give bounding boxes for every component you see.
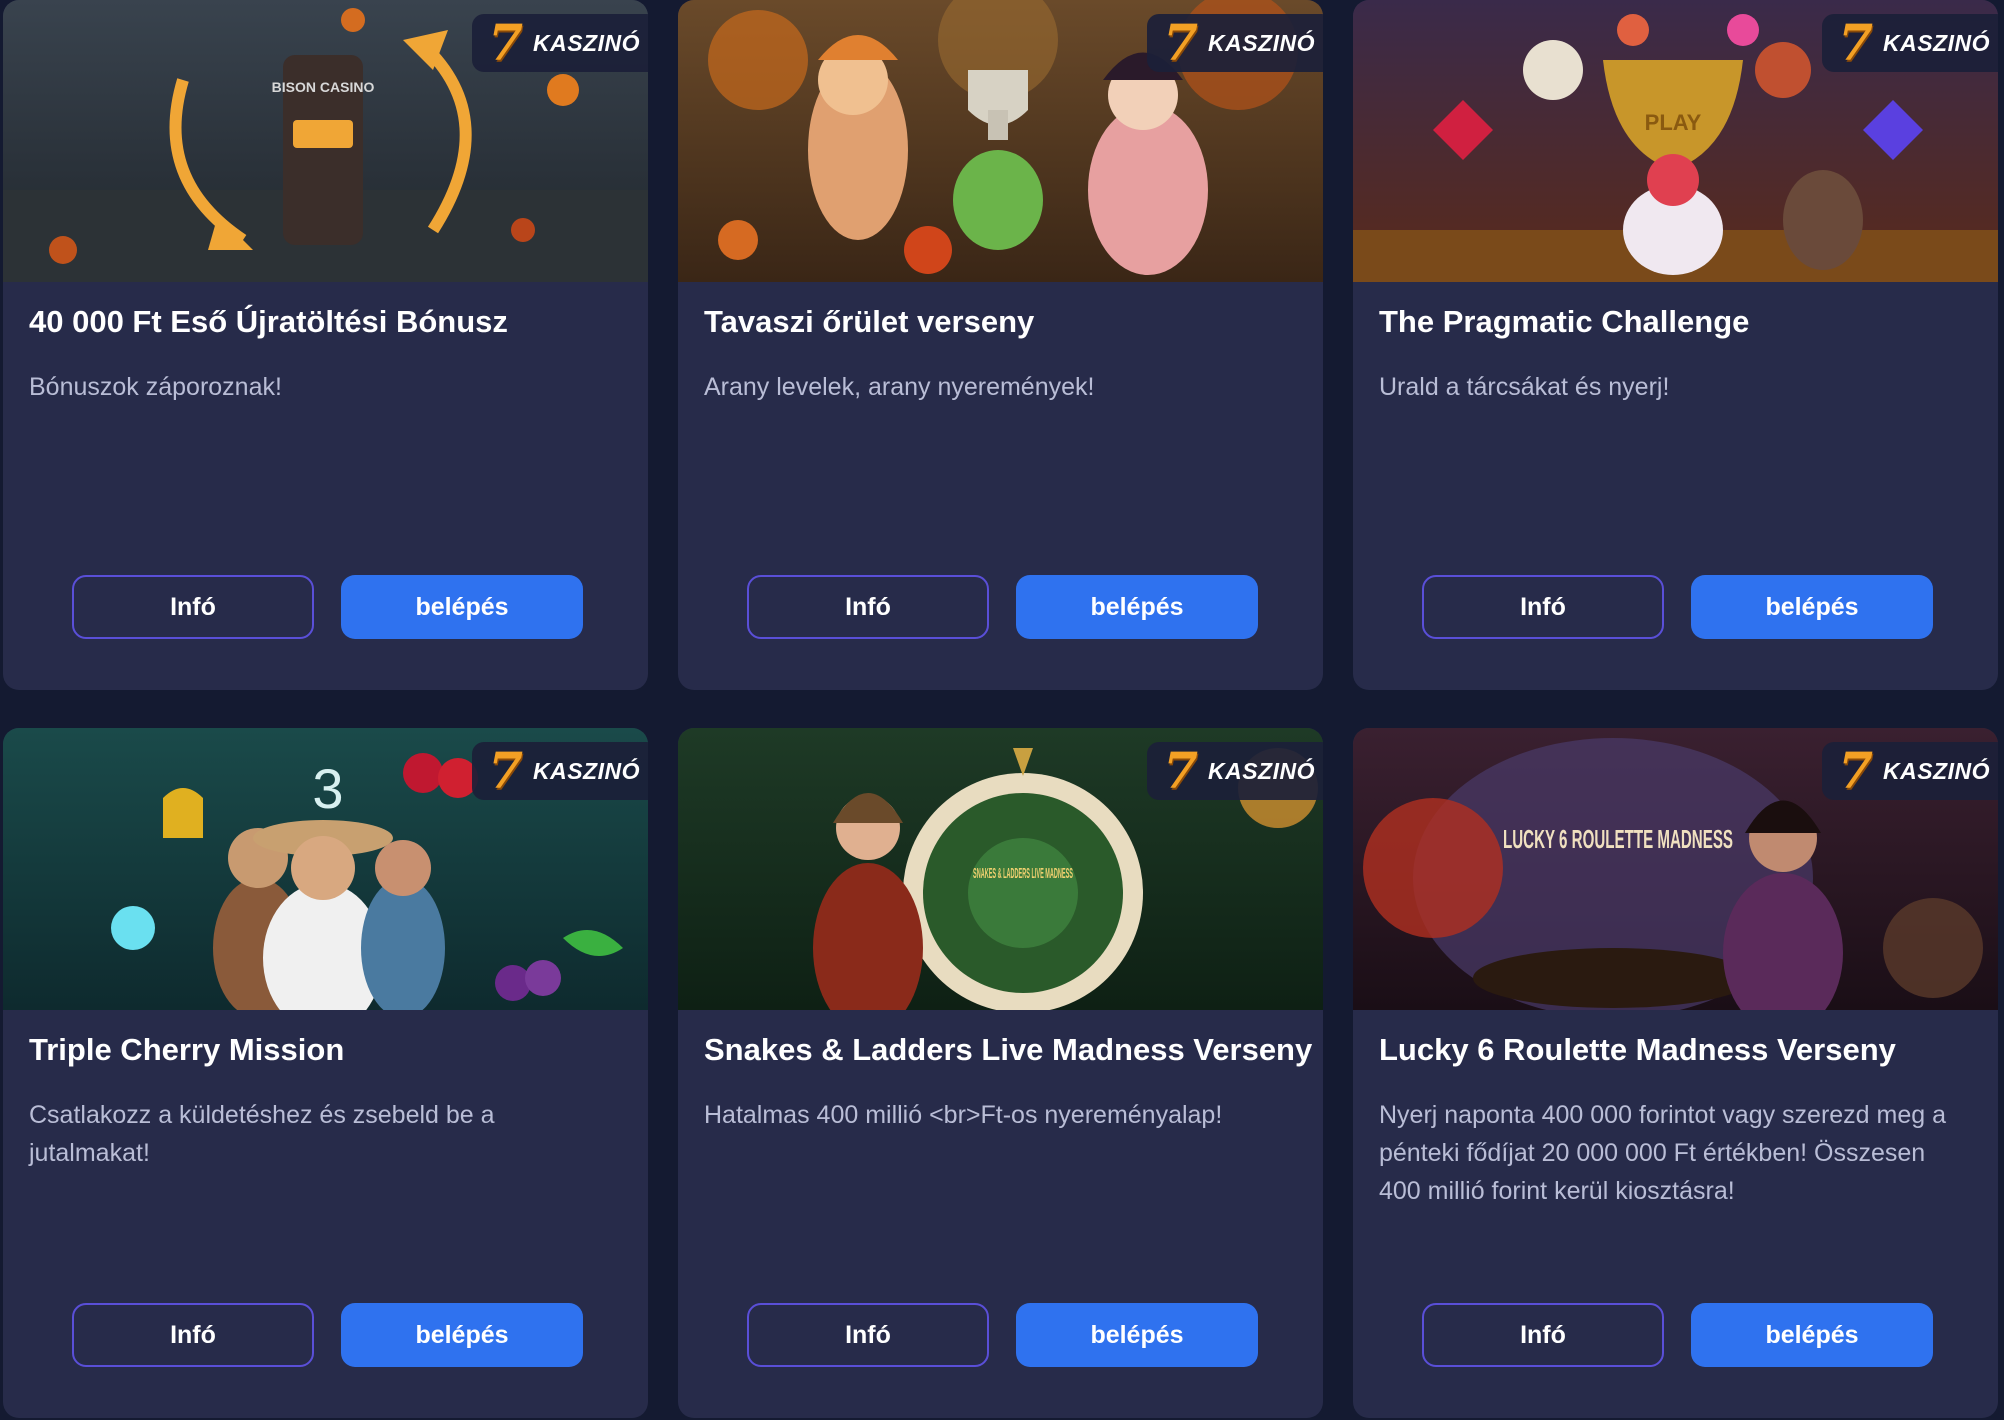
badge-label: KASZINÓ (533, 29, 640, 56)
badge-label: KASZINÓ (1883, 757, 1990, 784)
promo-description: Csatlakozz a küldetéshez és zsebeld be a… (29, 1101, 495, 1167)
enter-button[interactable]: belépés (1691, 575, 1933, 639)
promo-description: Bónuszok záporoznak! (29, 373, 282, 401)
promo-card-snakes-ladders: SNAKES & LADDERS LIVE MADNESS 7 KASZINÓ … (678, 728, 1323, 1418)
image-wheel-text: SNAKES & LADDERS LIVE MADNESS (973, 865, 1073, 882)
promo-title: 40 000 Ft Eső Újratöltési Bónusz (29, 304, 508, 339)
casino-badge: 7 KASZINÓ (1147, 742, 1323, 800)
promo-card-triple-cherry: 3 7 KASZINÓ Triple Cherry Mission Csatla… (3, 728, 648, 1418)
seven-logo-icon: 7 (1163, 741, 1198, 800)
promo-title: The Pragmatic Challenge (1379, 304, 1750, 339)
promo-title: Tavaszi őrület verseny (704, 304, 1035, 339)
badge-label: KASZINÓ (1208, 29, 1315, 56)
promo-card-lucky-6-roulette: LUCKY 6 ROULETTE MADNESS 7 KASZINÓ Lucky… (1353, 728, 1998, 1418)
casino-badge: 7 KASZINÓ (1822, 742, 1998, 800)
image-trophy-text: PLAY (1645, 110, 1702, 135)
info-button[interactable]: Infó (1422, 1303, 1664, 1367)
casino-badge: 7 KASZINÓ (472, 742, 648, 800)
promo-description: Arany levelek, arany nyeremények! (704, 373, 1095, 401)
info-button[interactable]: Infó (72, 1303, 314, 1367)
seven-logo-icon: 7 (1838, 741, 1873, 800)
casino-badge: 7 KASZINÓ (1147, 14, 1323, 72)
seven-logo-icon: 7 (1163, 13, 1198, 72)
image-roulette-text: LUCKY 6 ROULETTE MADNESS (1503, 824, 1733, 854)
info-button[interactable]: Infó (747, 575, 989, 639)
enter-button[interactable]: belépés (341, 575, 583, 639)
promo-description: Hatalmas 400 millió <br>Ft-os nyereménya… (704, 1101, 1223, 1129)
badge-label: KASZINÓ (1208, 757, 1315, 784)
info-button[interactable]: Infó (72, 575, 314, 639)
promo-description: Urald a tárcsákat és nyerj! (1379, 373, 1670, 401)
promo-card-spring-frenzy: 7 KASZINÓ Tavaszi őrület verseny Arany l… (678, 0, 1323, 690)
promo-description: Nyerj naponta 400 000 forintot vagy szer… (1379, 1101, 1947, 1205)
info-button[interactable]: Infó (1422, 575, 1664, 639)
info-button[interactable]: Infó (747, 1303, 989, 1367)
promo-title: Triple Cherry Mission (29, 1032, 345, 1067)
promotions-grid: BISON CASINO 7 KASZINÓ 40 000 Ft Eső Újr… (0, 0, 2004, 1420)
enter-button[interactable]: belépés (1016, 1303, 1258, 1367)
seven-logo-icon: 7 (488, 741, 523, 800)
seven-logo-icon: 7 (488, 13, 523, 72)
badge-label: KASZINÓ (1883, 29, 1990, 56)
enter-button[interactable]: belépés (1016, 575, 1258, 639)
image-slot-machine-text: BISON CASINO (272, 79, 375, 95)
promo-title: Lucky 6 Roulette Madness Verseny (1379, 1032, 1896, 1067)
promo-card-rain-reload: BISON CASINO 7 KASZINÓ 40 000 Ft Eső Újr… (3, 0, 648, 690)
badge-label: KASZINÓ (533, 757, 640, 784)
seven-logo-icon: 7 (1838, 13, 1873, 72)
enter-button[interactable]: belépés (341, 1303, 583, 1367)
casino-badge: 7 KASZINÓ (472, 14, 648, 72)
enter-button[interactable]: belépés (1691, 1303, 1933, 1367)
casino-badge: 7 KASZINÓ (1822, 14, 1998, 72)
image-number-text: 3 (312, 757, 343, 820)
promo-card-pragmatic-challenge: PLAY 7 KASZINÓ The Pragmatic Challenge U… (1353, 0, 1998, 690)
promo-title: Snakes & Ladders Live Madness Verseny (704, 1032, 1313, 1067)
